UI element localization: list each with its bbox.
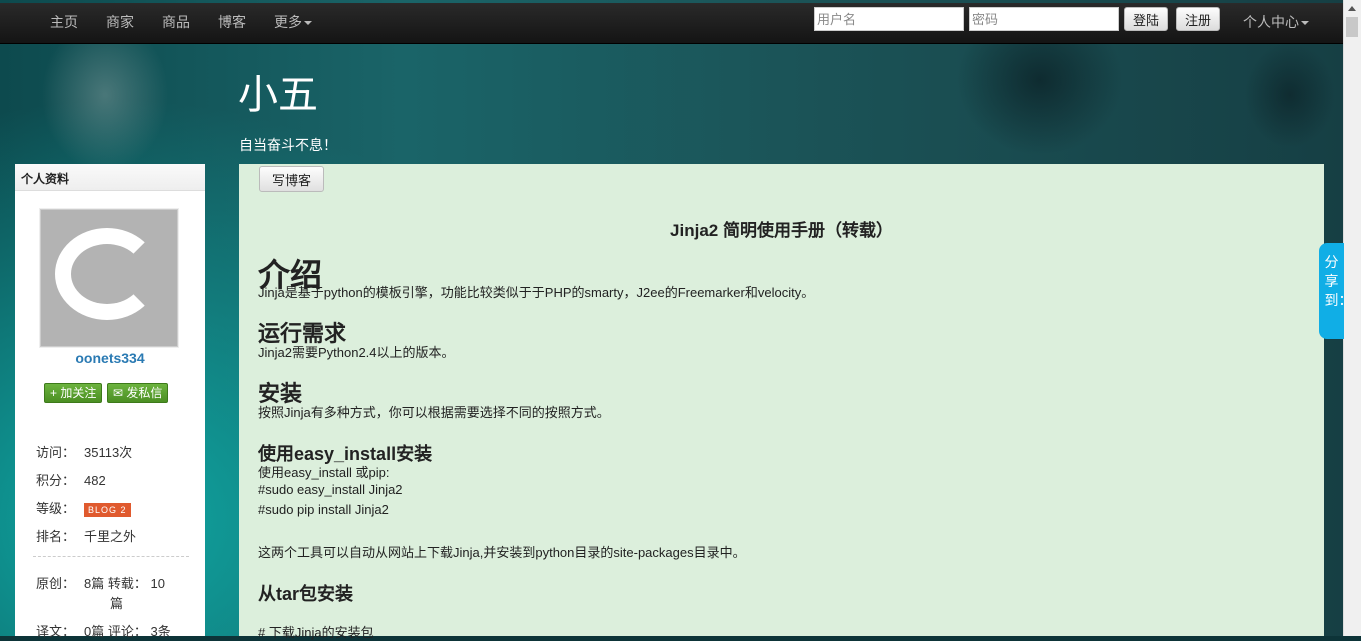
stat-translation: 译文： 0篇 评论： 3条 bbox=[36, 621, 171, 640]
level-badge: BLOG 2 bbox=[84, 502, 131, 517]
paragraph: Jinja2需要Python2.4以上的版本。 bbox=[258, 345, 455, 360]
nav-blog[interactable]: 博客 bbox=[204, 3, 260, 43]
section-heading: 从tar包安装 bbox=[258, 584, 354, 604]
scroll-up-icon[interactable] bbox=[1348, 6, 1356, 11]
avatar-letter-icon bbox=[55, 228, 159, 320]
profile-sidebar: 个人资料 oonets334 + 加关注 ✉ 发私信 访问： 35113次 积分：… bbox=[15, 164, 205, 639]
stat-value: 千里之外 bbox=[84, 529, 137, 544]
user-center-menu[interactable]: 个人中心 bbox=[1243, 3, 1309, 41]
profile-username[interactable]: oonets334 bbox=[15, 350, 205, 366]
paragraph: 这两个工具可以自动从网站上下载Jinja,并安装到python目录的site-p… bbox=[258, 545, 746, 560]
stat-label: 原创： bbox=[36, 576, 76, 591]
stat-value: 482 bbox=[84, 473, 106, 488]
blog-subtitle: 自当奋斗不息！ bbox=[239, 137, 337, 153]
stat-value: 35113次 bbox=[84, 445, 133, 460]
scroll-thumb[interactable] bbox=[1346, 17, 1358, 37]
message-label: 发私信 bbox=[126, 386, 163, 400]
top-navbar: 主页 商家 商品 博客 更多 登陆 注册 个人中心 bbox=[0, 3, 1344, 44]
code-line: #sudo pip install Jinja2 bbox=[258, 502, 389, 517]
nav-more[interactable]: 更多 bbox=[260, 3, 326, 43]
article-panel: 写博客 Jinja2 简明使用手册（转载） 介绍 Jinja是基于python的… bbox=[239, 164, 1324, 640]
sidebar-divider bbox=[33, 556, 189, 557]
blog-title: 小五 bbox=[238, 73, 318, 117]
login-form: 登陆 注册 bbox=[814, 7, 1228, 31]
write-blog-button[interactable]: 写博客 bbox=[259, 166, 325, 192]
password-input[interactable] bbox=[969, 7, 1119, 31]
stat-value: 10 bbox=[150, 576, 165, 591]
stat-label: 等级： bbox=[36, 501, 76, 516]
nav-home[interactable]: 主页 bbox=[36, 3, 92, 43]
user-center-label: 个人中心 bbox=[1243, 14, 1299, 30]
caret-down-icon bbox=[304, 21, 312, 26]
follow-button[interactable]: + 加关注 bbox=[44, 383, 103, 403]
code-line: # 下载Jinja的安装包 bbox=[258, 625, 374, 640]
follow-label: 加关注 bbox=[60, 386, 97, 400]
main-nav: 主页 商家 商品 博客 更多 bbox=[36, 3, 326, 43]
share-label: 分享到： bbox=[1324, 254, 1353, 308]
stat-label: 译文： bbox=[36, 624, 76, 639]
article-title: Jinja2 简明使用手册（转载） bbox=[670, 221, 893, 240]
stat-visits: 访问： 35113次 bbox=[36, 442, 132, 461]
caret-down-icon bbox=[1301, 21, 1309, 26]
stat-label: 评论： bbox=[107, 624, 147, 639]
stat-label: 访问： bbox=[36, 445, 76, 460]
stat-rank: 排名： 千里之外 bbox=[36, 526, 136, 545]
paragraph: 按照Jinja有多种方式，你可以根据需要选择不同的按照方式。 bbox=[258, 405, 610, 420]
nav-products[interactable]: 商品 bbox=[148, 3, 204, 43]
share-tab[interactable]: 分享到： bbox=[1319, 243, 1353, 339]
username-input[interactable] bbox=[814, 7, 964, 31]
nav-more-label: 更多 bbox=[274, 14, 302, 30]
stat-points: 积分： 482 bbox=[36, 470, 106, 489]
paragraph: Jinja是基于python的模板引擎，功能比较类似于于PHP的smarty，J… bbox=[258, 285, 815, 300]
stat-value: 3条 bbox=[150, 624, 171, 639]
register-button[interactable]: 注册 bbox=[1176, 7, 1221, 31]
stat-repost-unit: 篇 bbox=[110, 596, 124, 611]
stat-value: 8篇 bbox=[84, 576, 105, 591]
code-line: #sudo easy_install Jinja2 bbox=[258, 482, 403, 497]
vertical-scrollbar[interactable] bbox=[1343, 0, 1361, 636]
stat-original: 原创： 8篇 转载： 10 bbox=[36, 573, 165, 592]
nav-merchants[interactable]: 商家 bbox=[92, 3, 148, 43]
stat-label: 排名： bbox=[36, 529, 76, 544]
message-button[interactable]: ✉ 发私信 bbox=[107, 383, 169, 403]
stat-label: 积分： bbox=[36, 473, 76, 488]
plus-icon: + bbox=[50, 386, 58, 400]
paragraph: 使用easy_install 或pip: bbox=[258, 465, 390, 480]
mail-icon: ✉ bbox=[113, 386, 124, 400]
stat-value: 0篇 bbox=[84, 624, 105, 639]
avatar[interactable] bbox=[39, 208, 179, 348]
stat-label: 转载： bbox=[107, 576, 147, 591]
stat-level: 等级： BLOG 2 bbox=[36, 498, 131, 517]
login-button[interactable]: 登陆 bbox=[1124, 7, 1169, 31]
sidebar-header: 个人资料 bbox=[15, 164, 205, 191]
